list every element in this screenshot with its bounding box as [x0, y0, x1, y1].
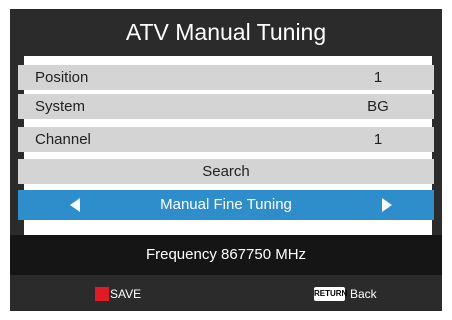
- fine-tuning-label: Manual Fine Tuning: [160, 196, 292, 213]
- menu-row-channel[interactable]: Channel 1: [18, 127, 434, 152]
- save-label: SAVE: [110, 287, 142, 301]
- menu-row-search[interactable]: Search: [18, 159, 434, 184]
- tv-osd: ATV Manual Tuning Position 1 System BG C…: [0, 0, 452, 320]
- channel-value: 1: [373, 131, 383, 148]
- red-button-icon: [95, 287, 109, 301]
- position-value: 1: [373, 69, 383, 86]
- menu-row-system[interactable]: System BG: [18, 94, 434, 119]
- back-label: Back: [350, 287, 377, 301]
- position-label: Position: [35, 69, 89, 86]
- right-arrow-icon[interactable]: [382, 198, 392, 212]
- menu-row-manual-fine-tuning[interactable]: Manual Fine Tuning: [18, 190, 434, 220]
- menu-row-position[interactable]: Position 1: [18, 65, 434, 90]
- return-key-icon: RETURN: [314, 287, 347, 301]
- frequency-display: Frequency 867750 MHz: [10, 235, 442, 275]
- system-label: System: [35, 98, 86, 115]
- channel-label: Channel: [35, 131, 91, 148]
- system-value: BG: [367, 98, 389, 115]
- footer-bar: SAVE RETURN Back: [10, 275, 442, 311]
- search-label: Search: [202, 163, 250, 180]
- menu-title: ATV Manual Tuning: [125, 19, 327, 45]
